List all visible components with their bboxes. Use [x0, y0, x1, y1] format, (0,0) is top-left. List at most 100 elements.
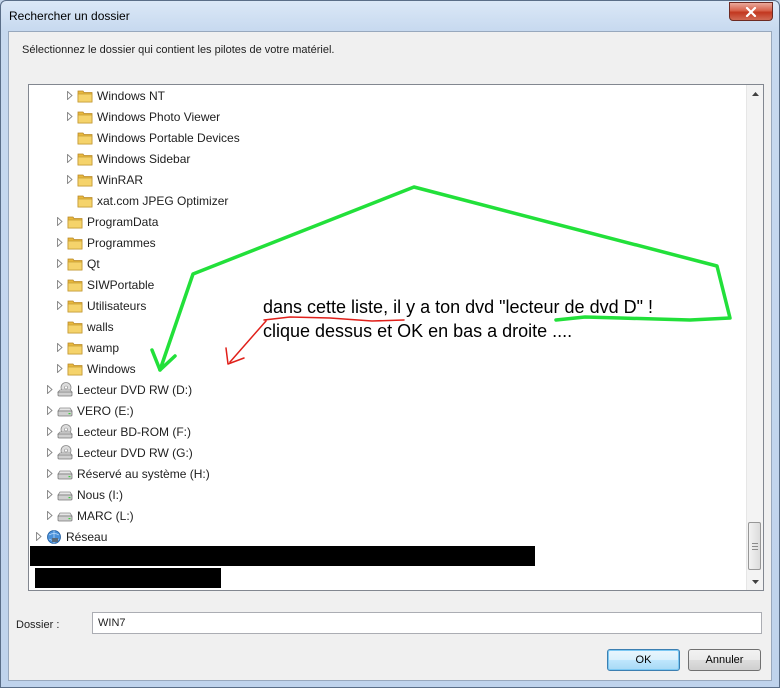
folder-icon — [67, 340, 83, 356]
tree-item[interactable]: Programmes — [55, 232, 156, 253]
tree-item[interactable]: Utilisateurs — [55, 295, 146, 316]
tree-item[interactable]: Lecteur DVD RW (D:) — [45, 379, 192, 400]
annotation-line-2: clique dessus et OK en bas a droite .... — [263, 321, 573, 341]
tree-item-label: MARC (L:) — [77, 508, 134, 523]
tree-item-label: WinRAR — [97, 172, 144, 187]
scroll-up-button[interactable] — [747, 85, 763, 102]
folder-icon — [67, 214, 83, 230]
tree-item-label: Qt — [87, 256, 100, 271]
tree-item[interactable]: Windows NT — [65, 85, 165, 106]
tree-item[interactable]: Nous (I:) — [45, 484, 123, 505]
tree-item[interactable]: walls — [55, 316, 114, 337]
tree-item[interactable]: xat.com JPEG Optimizer — [65, 190, 228, 211]
tree-item[interactable]: ProgramData — [55, 211, 158, 232]
hard-drive-icon — [57, 508, 73, 524]
folder-icon — [67, 361, 83, 377]
dialog-window: Rechercher un dossier Sélectionnez le do… — [0, 0, 780, 688]
tree-item[interactable]: wamp — [55, 337, 119, 358]
tree-item-label: Nous (I:) — [77, 487, 124, 502]
tree-item-label: wamp — [87, 340, 120, 355]
expand-arrow-icon[interactable] — [55, 343, 65, 353]
folder-icon — [77, 151, 93, 167]
expand-arrow-icon[interactable] — [65, 175, 75, 185]
optical-drive-icon — [57, 381, 73, 398]
expand-arrow-icon[interactable] — [34, 532, 44, 542]
tree-item[interactable]: Qt — [55, 253, 100, 274]
scroll-thumb[interactable] — [748, 522, 761, 570]
close-button[interactable] — [729, 2, 773, 21]
expand-arrow-icon[interactable] — [55, 259, 65, 269]
tree-item-label: Utilisateurs — [87, 298, 147, 313]
tree-item[interactable]: Lecteur BD-ROM (F:) — [45, 421, 191, 442]
folder-icon — [67, 298, 83, 314]
folder-icon — [77, 172, 93, 188]
vertical-scrollbar[interactable] — [746, 85, 763, 590]
folder-icon — [67, 235, 83, 251]
folder-field-label: Dossier : — [16, 619, 60, 631]
tree-item[interactable]: MARC (L:) — [45, 505, 134, 526]
tree-item-label: Windows NT — [97, 88, 166, 103]
tree-item-label: Programmes — [87, 235, 156, 250]
window-title: Rechercher un dossier — [9, 9, 130, 23]
folder-icon — [77, 109, 93, 125]
hard-drive-icon — [57, 487, 73, 503]
scroll-down-button[interactable] — [747, 573, 763, 590]
expand-arrow-icon[interactable] — [55, 364, 65, 374]
tree-item-label: Réseau — [66, 529, 108, 544]
chevron-up-icon — [751, 91, 759, 96]
instruction-text: Sélectionnez le dossier qui contient les… — [22, 44, 335, 56]
folder-input[interactable] — [92, 612, 762, 634]
cancel-button[interactable]: Annuler — [688, 649, 761, 671]
folder-icon — [67, 277, 83, 293]
tree-item-label: Windows Portable Devices — [97, 130, 240, 145]
expand-arrow-icon[interactable] — [45, 490, 55, 500]
tree-item-label: walls — [87, 319, 114, 334]
network-icon — [46, 529, 62, 545]
expand-arrow-icon[interactable] — [65, 91, 75, 101]
expand-arrow-icon[interactable] — [55, 301, 65, 311]
tree-item-label: xat.com JPEG Optimizer — [97, 193, 229, 208]
tree-item-label: Lecteur DVD RW (G:) — [77, 445, 193, 460]
redacted-block — [30, 546, 535, 566]
dialog-client-area: Sélectionnez le dossier qui contient les… — [8, 31, 772, 681]
tree-item-label: Windows Photo Viewer — [97, 109, 221, 124]
tree-item-label: SIWPortable — [87, 277, 155, 292]
expand-arrow-icon[interactable] — [45, 448, 55, 458]
expand-arrow-icon[interactable] — [45, 427, 55, 437]
tree-item-label: VERO (E:) — [77, 403, 134, 418]
redacted-block — [35, 568, 221, 588]
tree-item[interactable]: Windows Photo Viewer — [65, 106, 220, 127]
expand-arrow-icon[interactable] — [45, 511, 55, 521]
expand-arrow-icon[interactable] — [65, 112, 75, 122]
tree-item[interactable]: Windows Sidebar — [65, 148, 190, 169]
tree-item[interactable]: WinRAR — [65, 169, 143, 190]
expand-arrow-icon — [65, 133, 75, 143]
tree-item[interactable]: SIWPortable — [55, 274, 154, 295]
expand-arrow-icon — [55, 322, 65, 332]
folder-icon — [67, 319, 83, 335]
ok-button[interactable]: OK — [607, 649, 680, 671]
tree-item-label: ProgramData — [87, 214, 159, 229]
folder-icon — [77, 130, 93, 146]
expand-arrow-icon[interactable] — [45, 385, 55, 395]
expand-arrow-icon[interactable] — [55, 280, 65, 290]
hard-drive-icon — [57, 403, 73, 419]
expand-arrow-icon[interactable] — [45, 406, 55, 416]
tree-item[interactable]: Réseau — [34, 526, 107, 547]
expand-arrow-icon — [65, 196, 75, 206]
close-icon — [745, 6, 757, 17]
tree-item[interactable]: Réservé au système (H:) — [45, 463, 210, 484]
tree-item-label: Lecteur BD-ROM (F:) — [77, 424, 192, 439]
folder-icon — [77, 193, 93, 209]
tree-item[interactable]: Windows — [55, 358, 136, 379]
expand-arrow-icon[interactable] — [65, 154, 75, 164]
tree-item[interactable]: Windows Portable Devices — [65, 127, 240, 148]
optical-drive-icon — [57, 444, 73, 461]
optical-drive-icon — [57, 423, 73, 440]
tree-item[interactable]: VERO (E:) — [45, 400, 134, 421]
tree-item[interactable]: Lecteur DVD RW (G:) — [45, 442, 193, 463]
expand-arrow-icon[interactable] — [45, 469, 55, 479]
expand-arrow-icon[interactable] — [55, 238, 65, 248]
title-bar[interactable]: Rechercher un dossier — [1, 1, 779, 31]
expand-arrow-icon[interactable] — [55, 217, 65, 227]
